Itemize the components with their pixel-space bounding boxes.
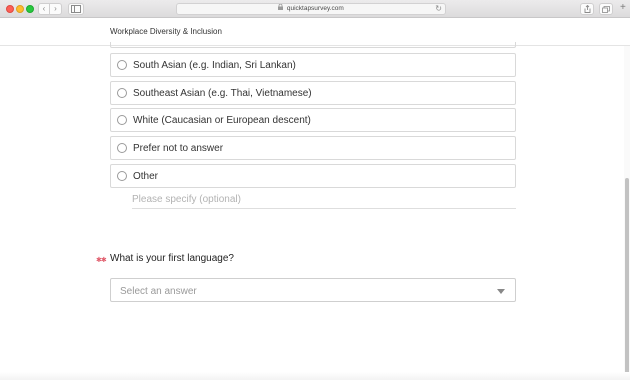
option-southeast-asian[interactable]: Southeast Asian (e.g. Thai, Vietnamese) (110, 81, 516, 105)
maximize-window-button[interactable] (26, 5, 34, 13)
required-asterisk-icon: ✱✱ (96, 257, 107, 264)
sidebar-icon (71, 5, 81, 13)
option-label: Other (133, 171, 159, 182)
first-language-select[interactable]: Select an answer (110, 278, 516, 302)
share-icon (584, 4, 590, 13)
option-row-partial[interactable] (110, 42, 516, 48)
sidebar-toggle-button[interactable] (68, 3, 84, 15)
close-window-button[interactable] (6, 5, 14, 13)
radio-button[interactable] (117, 171, 127, 181)
option-label: Prefer not to answer (133, 143, 224, 154)
option-prefer-not-to-answer[interactable]: Prefer not to answer (110, 136, 516, 160)
option-white[interactable]: White (Caucasian or European descent) (110, 108, 516, 132)
url-text: quicktapsurvey.com (286, 5, 344, 12)
radio-button[interactable] (117, 143, 127, 153)
chevron-left-icon: ‹ (42, 4, 46, 13)
survey-content: South Asian (e.g. Indian, Sri Lankan) So… (0, 42, 630, 380)
chevron-right-icon: › (54, 4, 57, 13)
new-tab-button[interactable]: + (620, 2, 626, 14)
option-label: South Asian (e.g. Indian, Sri Lankan) (133, 60, 296, 71)
tab-overview-button[interactable] (599, 3, 613, 15)
radio-button[interactable] (117, 88, 127, 98)
bottom-edge (0, 372, 630, 380)
browser-toolbar: ‹ › quicktapsurvey.com ↻ + (0, 0, 630, 18)
address-bar[interactable]: quicktapsurvey.com ↻ (176, 3, 446, 15)
option-label: Southeast Asian (e.g. Thai, Vietnamese) (133, 88, 312, 99)
option-label: White (Caucasian or European descent) (133, 115, 311, 126)
option-other[interactable]: Other (110, 164, 516, 188)
survey-title: Workplace Diversity & Inclusion (110, 27, 222, 36)
minimize-window-button[interactable] (16, 5, 24, 13)
radio-button[interactable] (117, 115, 127, 125)
reload-icon[interactable]: ↻ (435, 4, 442, 14)
option-south-asian[interactable]: South Asian (e.g. Indian, Sri Lankan) (110, 53, 516, 77)
radio-button[interactable] (117, 60, 127, 70)
select-placeholder: Select an answer (120, 286, 197, 297)
lock-icon (278, 3, 285, 12)
question-title: What is your first language? (110, 253, 234, 264)
share-button[interactable] (580, 3, 594, 15)
browser-window: ‹ › quicktapsurvey.com ↻ + Workplace Div… (0, 0, 630, 380)
tabs-icon (602, 5, 610, 13)
scrollbar-thumb[interactable] (625, 178, 629, 374)
other-specify-input[interactable] (132, 190, 516, 209)
back-button[interactable]: ‹ (38, 3, 50, 15)
caret-down-icon (497, 289, 505, 294)
forward-button[interactable]: › (50, 3, 62, 15)
